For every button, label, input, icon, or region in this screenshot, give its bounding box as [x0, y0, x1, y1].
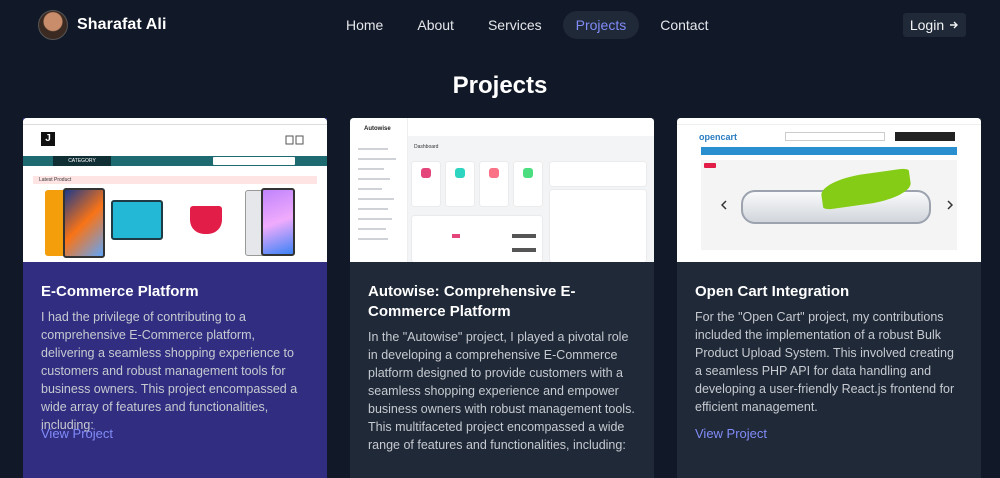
thumb-logo: J: [41, 132, 55, 146]
project-card: opencart Open Cart Integration For the "…: [677, 118, 981, 478]
page-title: Projects: [452, 72, 548, 99]
view-project-link[interactable]: View Project: [41, 426, 113, 441]
nav-link-home[interactable]: Home: [333, 11, 396, 39]
thumb-section: Latest Product: [33, 176, 317, 184]
chevron-right-icon[interactable]: [947, 200, 953, 210]
thumb-brand: opencart: [699, 132, 738, 142]
project-screenshot: Autowise Dashboard: [350, 118, 654, 262]
project-title: Open Cart Integration: [695, 283, 850, 300]
thumb-heading: Dashboard: [414, 144, 439, 150]
chevron-left-icon[interactable]: [721, 200, 727, 210]
nav-link-services[interactable]: Services: [475, 11, 555, 39]
brand[interactable]: Sharafat Ali: [38, 10, 167, 40]
login-label: Login: [909, 17, 945, 33]
login-button[interactable]: Login: [903, 13, 966, 37]
navbar: Sharafat Ali Home About Services Project…: [0, 0, 1000, 50]
nav-link-contact[interactable]: Contact: [647, 11, 721, 39]
project-description: For the "Open Cart" project, my contribu…: [695, 310, 955, 414]
nav-link-projects[interactable]: Projects: [562, 11, 640, 39]
avatar: [38, 10, 68, 40]
cart-icon: [285, 135, 304, 145]
project-title: E-Commerce Platform: [41, 283, 199, 300]
thumb-brand: Autowise: [364, 126, 391, 132]
thumb-category: CATEGORY: [53, 156, 111, 166]
project-description: I had the privilege of contributing to a…: [41, 310, 298, 432]
project-card: Autowise Dashboard Autowise: Comprehensi…: [350, 118, 654, 478]
project-screenshot: J CATEGORY Latest Product: [23, 118, 327, 262]
project-card: J CATEGORY Latest Product E-Commerce Pla…: [23, 118, 327, 478]
nav-link-about[interactable]: About: [404, 11, 467, 39]
project-title: Autowise: Comprehensive E-Commerce Platf…: [368, 283, 576, 320]
brand-name: Sharafat Ali: [77, 16, 167, 33]
nav-links: Home About Services Projects Contact: [333, 11, 729, 39]
arrow-right-icon: [950, 21, 959, 29]
view-project-link[interactable]: View Project: [695, 426, 767, 441]
project-description: In the "Autowise" project, I played a pi…: [368, 330, 635, 452]
project-screenshot: opencart: [677, 118, 981, 262]
